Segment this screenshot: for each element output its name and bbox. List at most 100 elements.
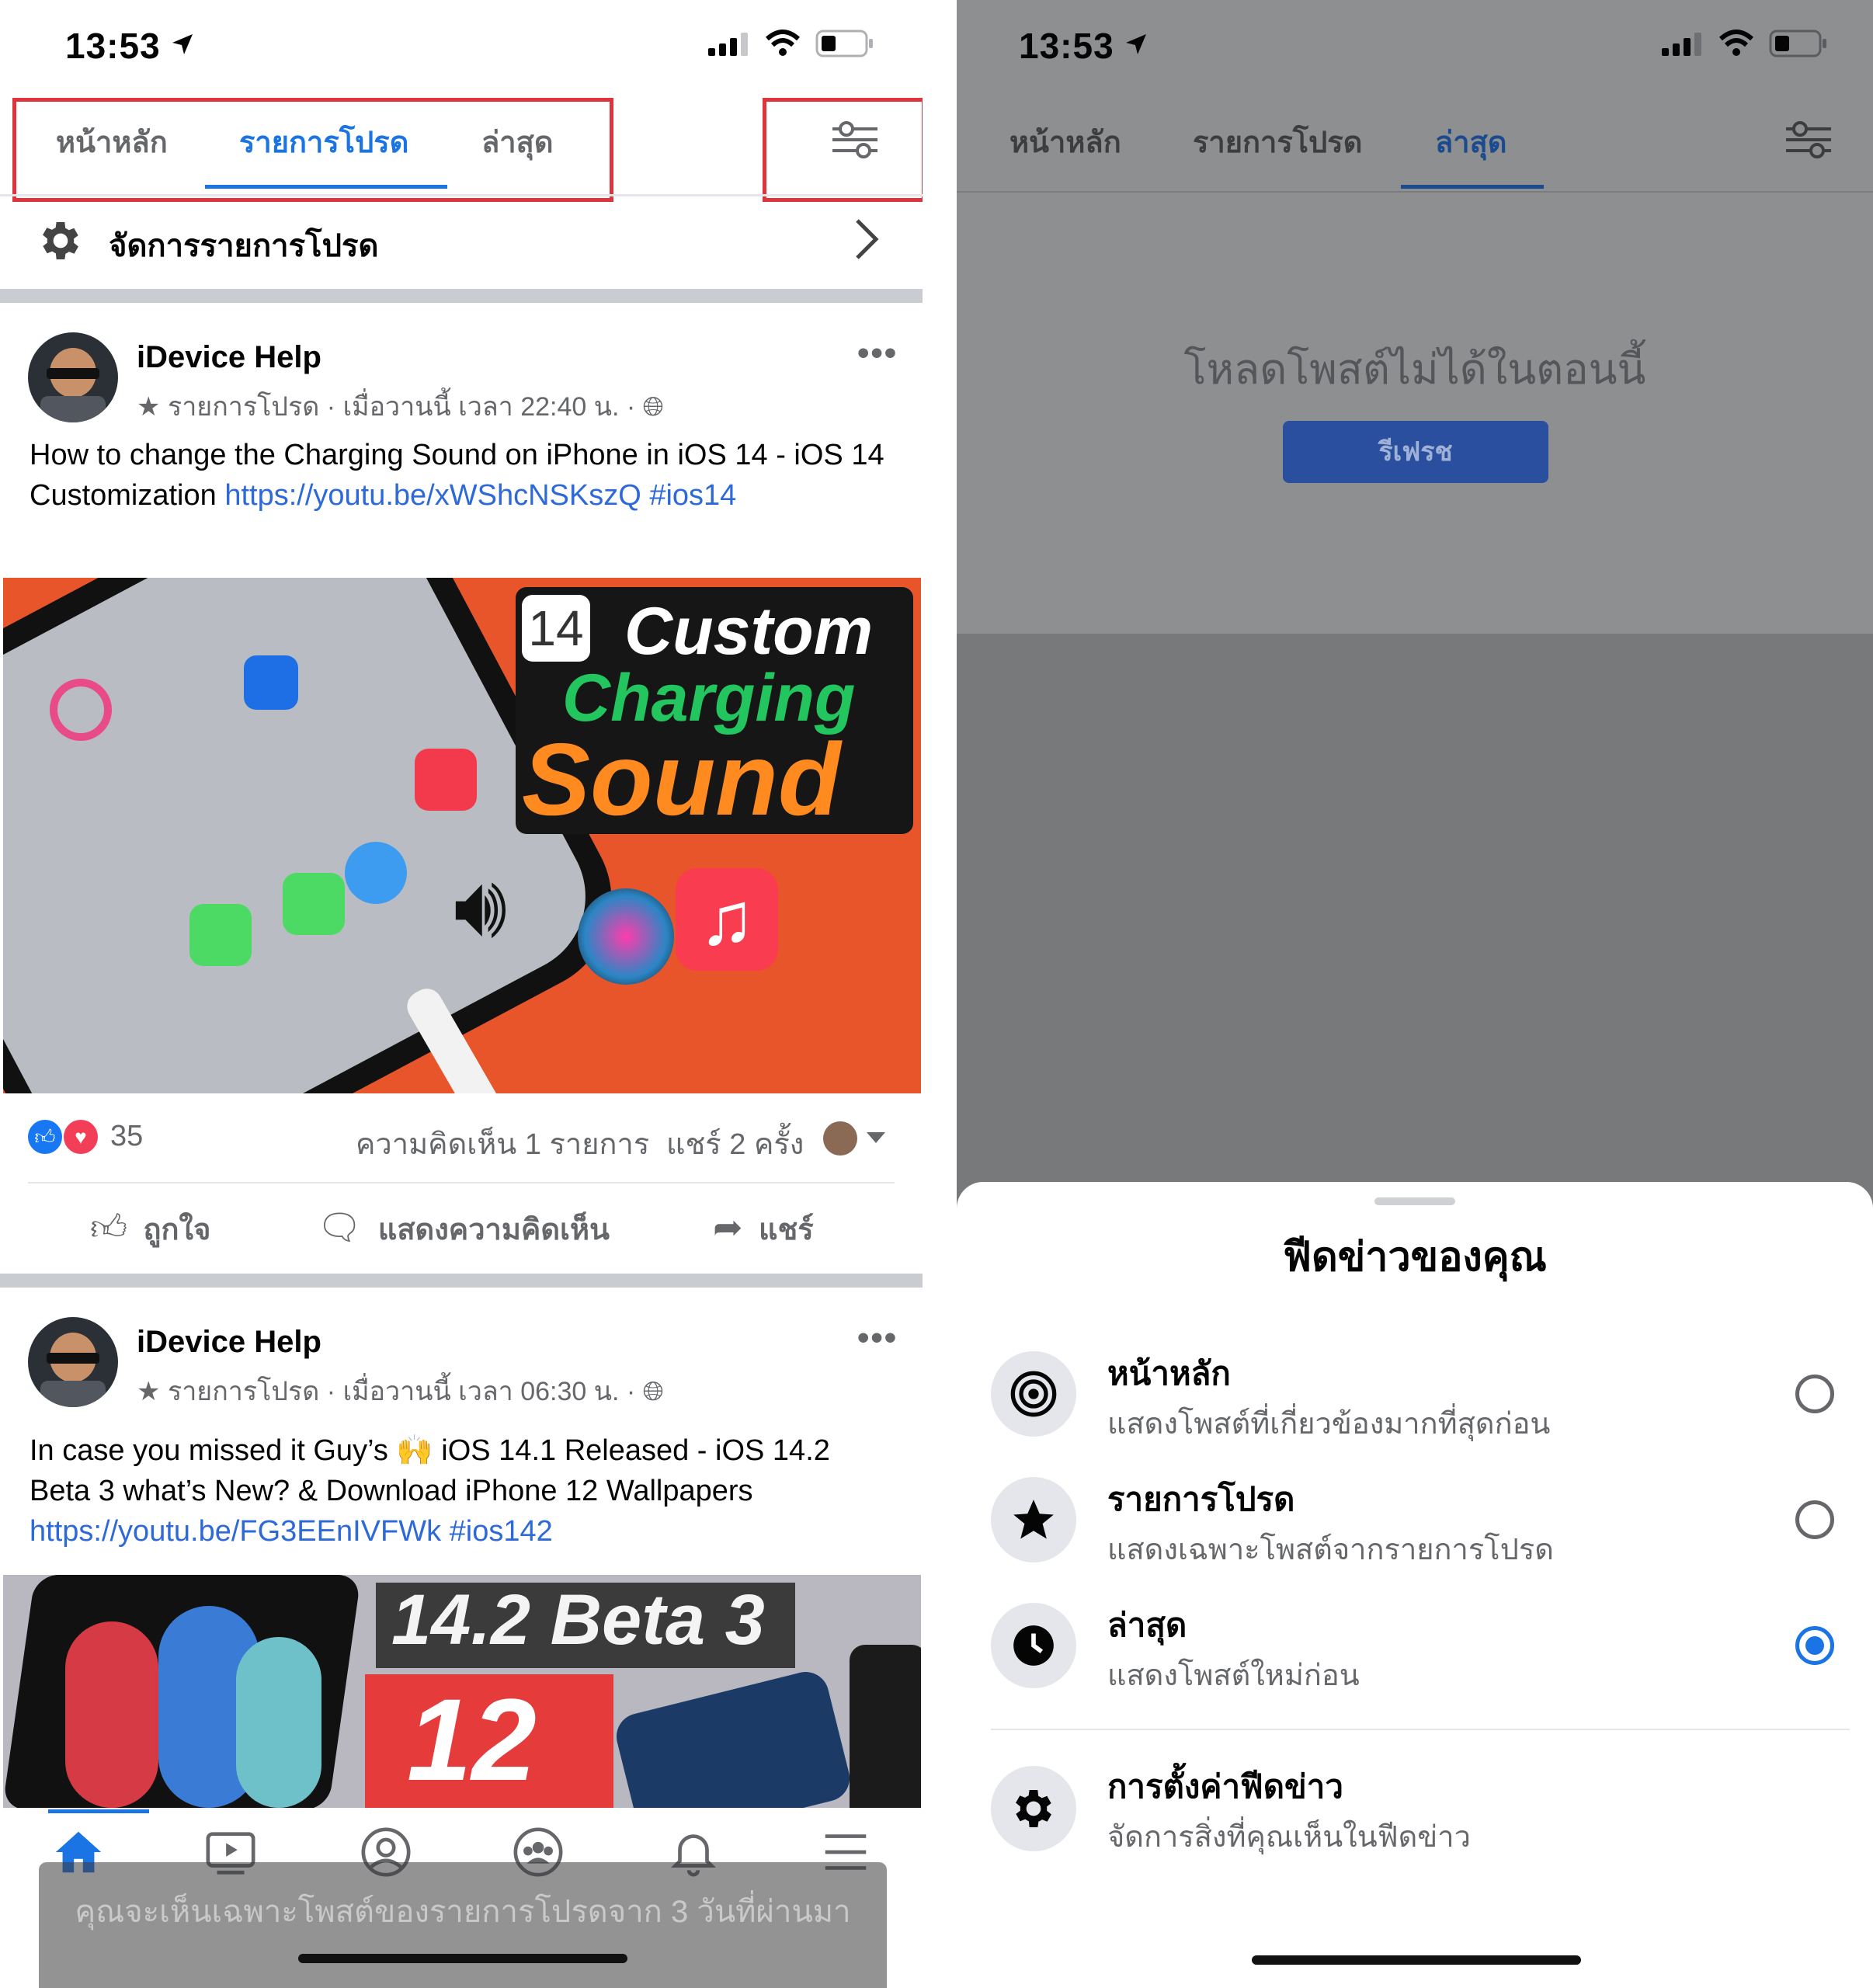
post-meta: ★ รายการโปรด · เมื่อวานนี้ เวลา 06:30 น.…: [137, 1377, 664, 1406]
manage-favorites-label: จัดการรายการโปรด: [109, 229, 379, 263]
globe-icon: 🌐︎: [642, 392, 664, 422]
sliders-icon[interactable]: [831, 121, 879, 160]
clock-icon: [991, 1603, 1076, 1688]
battery-icon: [815, 30, 873, 57]
thumb-title-12: 12: [407, 1674, 537, 1805]
reaction-count[interactable]: 35: [110, 1120, 143, 1153]
chevron-down-icon[interactable]: [865, 1131, 887, 1146]
share-count[interactable]: แชร์ 2 ครั้ง: [666, 1120, 804, 1167]
home-active-indicator: [48, 1809, 149, 1813]
post-hashtag[interactable]: #ios14: [649, 479, 736, 512]
comment-count[interactable]: ความคิดเห็น 1 รายการ: [356, 1120, 649, 1167]
status-time: 13:53: [1019, 26, 1114, 66]
like-label: ถูกใจ: [143, 1214, 211, 1246]
tab-divider: [0, 194, 923, 196]
status-time: 13:53: [65, 26, 161, 66]
chevron-right-icon: [856, 219, 879, 259]
comment-button[interactable]: 🗨︎ แสดงความคิดเห็น: [317, 1205, 610, 1252]
battery-icon: [1769, 30, 1826, 57]
cellular-signal-icon: [1662, 33, 1701, 56]
comment-bubble-icon: 🗨︎: [317, 1207, 363, 1247]
sheet-divider: [991, 1729, 1850, 1730]
share-button[interactable]: ➦ แชร์: [713, 1205, 814, 1252]
post-meta-time: เมื่อวานนี้ เวลา 06:30 น.: [342, 1377, 620, 1406]
post-meta-tag: รายการโปรด: [167, 1377, 320, 1406]
dimmed-feed-area: [957, 0, 1873, 634]
post-avatar[interactable]: [28, 1317, 118, 1407]
thumb-title-sound: Sound: [522, 722, 841, 836]
siri-icon: [578, 888, 674, 985]
post-meta-time: เมื่อวานนี้ เวลา 22:40 น.: [342, 392, 620, 422]
post-video-thumbnail[interactable]: 14 Custom Charging Sound ♫ 🔊︎: [3, 578, 921, 1093]
thumbs-up-icon: 👍︎: [90, 1207, 128, 1247]
ios14-badge: 14: [522, 595, 590, 662]
speaker-icon: 🔊︎: [453, 859, 508, 954]
sheet-title: ฟีดข่าวของคุณ: [1283, 1235, 1547, 1280]
home-indicator: [298, 1954, 627, 1963]
tab-home[interactable]: หน้าหลัก: [1009, 118, 1121, 165]
tab-favorites[interactable]: รายการโปรด: [1193, 118, 1362, 165]
actions-divider: [28, 1182, 895, 1183]
post-text: How to change the Charging Sound on iPho…: [30, 435, 891, 516]
option-recent-title: ล่าสุด: [1107, 1607, 1187, 1643]
section-divider: [0, 1274, 923, 1288]
post-author[interactable]: iDevice Help: [137, 340, 321, 375]
option-favorites-subtitle: แสดงเฉพาะโพสต์จากรายการโปรด: [1107, 1534, 1554, 1566]
star-icon: ★: [137, 392, 161, 422]
refresh-button[interactable]: รีเฟรช: [1283, 421, 1548, 483]
option-home-radio[interactable]: [1795, 1375, 1834, 1413]
share-label: แชร์: [759, 1214, 814, 1246]
post-hashtag[interactable]: #ios142: [450, 1515, 553, 1548]
option-recent-subtitle: แสดงโพสต์ใหม่ก่อน: [1107, 1660, 1360, 1692]
option-recent-radio-selected[interactable]: [1795, 1626, 1834, 1665]
location-arrow-icon: [172, 34, 193, 54]
post-text: In case you missed it Guy’s 🙌 iOS 14.1 R…: [30, 1430, 891, 1552]
news-feed-sheet: ฟีดข่าวของคุณ หน้าหลัก แสดงโพสต์ที่เกี่ย…: [957, 1182, 1873, 1988]
post-author[interactable]: iDevice Help: [137, 1325, 321, 1360]
home-indicator: [1252, 1955, 1581, 1965]
tab-recent[interactable]: ล่าสุด: [1435, 118, 1507, 165]
post-avatar[interactable]: [28, 332, 118, 422]
active-tab-indicator: [1401, 185, 1544, 189]
globe-icon: 🌐︎: [642, 1377, 664, 1406]
tab-divider: [957, 191, 1873, 193]
post-meta: ★ รายการโปรด · เมื่อวานนี้ เวลา 22:40 น.…: [137, 392, 664, 422]
radio-dot: [1805, 1636, 1824, 1655]
target-icon: [991, 1351, 1076, 1437]
more-options-icon[interactable]: •••: [857, 334, 898, 373]
option-favorites-title: รายการโปรด: [1107, 1481, 1295, 1517]
share-arrow-icon: ➦: [713, 1207, 743, 1247]
settings-subtitle: จัดการสิ่งที่คุณเห็นในฟีดข่าว: [1107, 1821, 1471, 1854]
right-screenshot: 13:53 หน้าหลัก รายการโปรด ล่าสุด โหลดโพส…: [957, 0, 1873, 1988]
section-divider: [0, 289, 923, 303]
option-favorites-radio[interactable]: [1795, 1500, 1834, 1539]
gear-icon: [43, 222, 78, 259]
load-error-text: โหลดโพสต์ไม่ได้ในตอนนี้: [1183, 346, 1646, 393]
panel-gutter: [923, 0, 957, 1988]
option-home-subtitle: แสดงโพสต์ที่เกี่ยวข้องมากที่สุดก่อน: [1107, 1408, 1551, 1441]
option-home-title: หน้าหลัก: [1107, 1355, 1231, 1392]
wifi-icon: [765, 30, 801, 56]
post-link[interactable]: https://youtu.be/FG3EEnIVFWk: [30, 1515, 441, 1548]
sheet-grabber[interactable]: [1374, 1197, 1455, 1205]
thumb-title-beta: 14.2 Beta 3: [391, 1580, 765, 1660]
music-app-icon: ♫: [676, 868, 778, 971]
post-meta-tag: รายการโปรด: [167, 392, 320, 422]
viewer-avatar[interactable]: [823, 1121, 857, 1156]
post-video-thumbnail[interactable]: 14.2 Beta 3 12: [3, 1575, 921, 1809]
wifi-icon: [1718, 30, 1754, 56]
favorites-toast: คุณจะเห็นเฉพาะโพสต์ของรายการโปรดจาก 3 วั…: [39, 1862, 887, 1988]
like-reaction-icon: 👍︎: [28, 1120, 62, 1154]
sliders-icon[interactable]: [1784, 121, 1833, 160]
tabs-highlight-box: [12, 98, 613, 202]
settings-title: การตั้งค่าฟีดข่าว: [1107, 1768, 1343, 1805]
comment-label: แสดงความคิดเห็น: [377, 1214, 610, 1246]
raised-hands-emoji: 🙌: [396, 1434, 433, 1467]
post-body: In case you missed it Guy’s: [30, 1434, 397, 1467]
star-icon: [991, 1477, 1076, 1562]
cellular-signal-icon: [708, 33, 748, 56]
left-screenshot: 13:53 หน้าหลัก รายการโปรด ล่าสุด จัดการร…: [0, 0, 923, 1988]
like-button[interactable]: 👍︎ ถูกใจ: [90, 1205, 210, 1252]
post-link[interactable]: https://youtu.be/xWShcNSKszQ: [224, 479, 641, 512]
more-options-icon[interactable]: •••: [857, 1319, 898, 1357]
